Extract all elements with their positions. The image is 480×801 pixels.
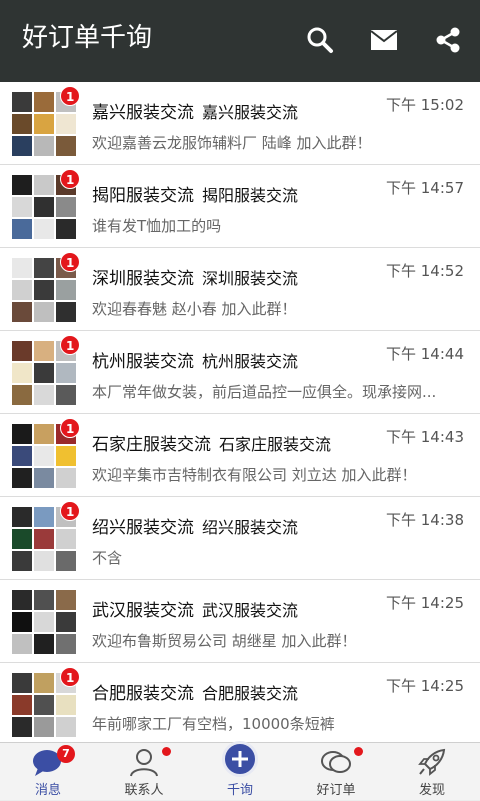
message-time: 下午 14:52: [386, 262, 464, 280]
unread-badge: 1: [60, 252, 81, 272]
message-preview: 不含: [92, 549, 123, 567]
app-title: 好订单千询: [22, 23, 153, 53]
speech-bubbles-icon: [321, 751, 351, 773]
group-subname: 武汉服装交流: [202, 601, 299, 620]
group-name: 石家庄服装交流: [92, 435, 211, 455]
group-name-line: 绍兴服装交流 绍兴服装交流: [92, 513, 298, 538]
share-icon: [436, 27, 460, 53]
group-name: 武汉服装交流: [92, 601, 194, 621]
conversation-item[interactable]: 1 石家庄服装交流 石家庄服装交流 下午 14:43 欢迎辛集市吉特制衣有限公司 刘立达…: [0, 414, 480, 497]
conversation-item[interactable]: 1 绍兴服装交流 绍兴服装交流 下午 14:38 不含: [0, 497, 480, 580]
good-orders-dot: [354, 747, 363, 756]
unread-badge: 1: [60, 335, 81, 355]
tab-good-orders[interactable]: 好订单: [288, 743, 384, 801]
share-button[interactable]: [428, 20, 468, 60]
tab-messages[interactable]: 7 消息: [0, 743, 96, 801]
conversation-item[interactable]: 1 深圳服装交流 深圳服装交流 下午 14:52 欢迎春春魅 赵小春 加入此群！: [0, 248, 480, 331]
message-time: 下午 14:44: [386, 345, 464, 363]
group-name: 合肥服装交流: [92, 684, 194, 704]
message-time: 下午 14:38: [386, 511, 464, 529]
group-subname: 合肥服装交流: [202, 684, 299, 703]
group-name: 嘉兴服装交流: [92, 103, 194, 123]
message-time: 下午 14:43: [386, 428, 464, 446]
tab-label: 千询: [226, 783, 253, 798]
unread-badge: 1: [60, 667, 81, 687]
group-name-line: 杭州服装交流 杭州服装交流: [92, 347, 298, 372]
group-name: 杭州服装交流: [92, 352, 194, 372]
tab-label: 发现: [418, 783, 445, 798]
plus-icon: [222, 741, 258, 777]
messages-badge: 7: [57, 745, 75, 763]
message-time: 下午 14:57: [386, 179, 464, 197]
group-subname: 揭阳服装交流: [202, 186, 299, 205]
group-name-line: 石家庄服装交流 石家庄服装交流: [92, 430, 331, 455]
group-name-line: 嘉兴服装交流 嘉兴服装交流: [92, 98, 298, 123]
rocket-icon: [418, 748, 446, 776]
conversation-item[interactable]: 武汉服装交流 武汉服装交流 下午 14:25 欢迎布鲁斯贸易公司 胡继星 加入此群！: [0, 580, 480, 663]
unread-badge: 1: [60, 418, 81, 438]
tab-contacts[interactable]: 联系人: [96, 743, 192, 801]
conversation-item[interactable]: 1 杭州服装交流 杭州服装交流 下午 14:44 本厂常年做女装，前后道品控一应俱全。现…: [0, 331, 480, 414]
search-icon: [307, 27, 333, 53]
message-preview: 欢迎布鲁斯贸易公司 胡继星 加入此群！: [92, 632, 357, 650]
message-preview: 本厂常年做女装，前后道品控一应俱全。现承接网...: [92, 383, 437, 401]
group-name: 深圳服装交流: [92, 269, 194, 289]
mail-button[interactable]: [364, 20, 404, 60]
conversation-item[interactable]: 1 合肥服装交流 合肥服装交流 下午 14:25 年前哪家工厂有空档，10000条短裤: [0, 663, 480, 742]
group-name-line: 武汉服装交流 武汉服装交流: [92, 596, 298, 621]
tab-discover[interactable]: 发现: [384, 743, 480, 801]
conversation-item[interactable]: 1 揭阳服装交流 揭阳服装交流 下午 14:57 谁有发T恤加工的吗: [0, 165, 480, 248]
group-subname: 石家庄服装交流: [219, 435, 332, 454]
tab-label: 联系人: [124, 783, 164, 798]
message-preview: 欢迎嘉善云龙服饰辅料厂 陆峰 加入此群！: [92, 134, 372, 152]
group-avatar: [12, 590, 76, 654]
unread-badge: 1: [60, 86, 81, 106]
message-preview: 谁有发T恤加工的吗: [92, 217, 222, 235]
group-name-line: 深圳服装交流 深圳服装交流: [92, 264, 298, 289]
group-name: 揭阳服装交流: [92, 186, 194, 206]
group-name: 绍兴服装交流: [92, 518, 194, 538]
group-subname: 深圳服装交流: [202, 269, 299, 288]
group-subname: 嘉兴服装交流: [202, 103, 299, 122]
group-name-line: 揭阳服装交流 揭阳服装交流: [92, 181, 298, 206]
tab-label: 好订单: [316, 783, 356, 798]
group-subname: 绍兴服装交流: [202, 518, 299, 537]
conversation-list[interactable]: 1 嘉兴服装交流 嘉兴服装交流 下午 15:02 欢迎嘉善云龙服饰辅料厂 陆峰 加入此群…: [0, 82, 480, 742]
message-preview: 欢迎辛集市吉特制衣有限公司 刘立达 加入此群！: [92, 466, 417, 484]
message-time: 下午 14:25: [386, 594, 464, 612]
group-subname: 杭州服装交流: [202, 352, 299, 371]
contact-person-icon: [130, 749, 158, 777]
group-name-line: 合肥服装交流 合肥服装交流: [92, 679, 298, 704]
unread-badge: 1: [60, 501, 81, 521]
app-bar: 好订单千询: [0, 0, 480, 82]
contacts-dot: [162, 747, 171, 756]
message-preview: 欢迎春春魅 赵小春 加入此群！: [92, 300, 297, 318]
mail-icon: [370, 30, 398, 50]
bottom-navigation: 7 消息 联系人 千询 好订单 发现: [0, 741, 480, 801]
unread-badge: 1: [60, 169, 81, 189]
tab-inquiry[interactable]: 千询: [192, 741, 288, 801]
tab-label: 消息: [34, 783, 61, 798]
conversation-item[interactable]: 1 嘉兴服装交流 嘉兴服装交流 下午 15:02 欢迎嘉善云龙服饰辅料厂 陆峰 加入此群…: [0, 82, 480, 165]
message-time: 下午 14:25: [386, 677, 464, 695]
message-time: 下午 15:02: [386, 96, 464, 114]
message-preview: 年前哪家工厂有空档，10000条短裤: [92, 715, 335, 733]
search-button[interactable]: [300, 20, 340, 60]
